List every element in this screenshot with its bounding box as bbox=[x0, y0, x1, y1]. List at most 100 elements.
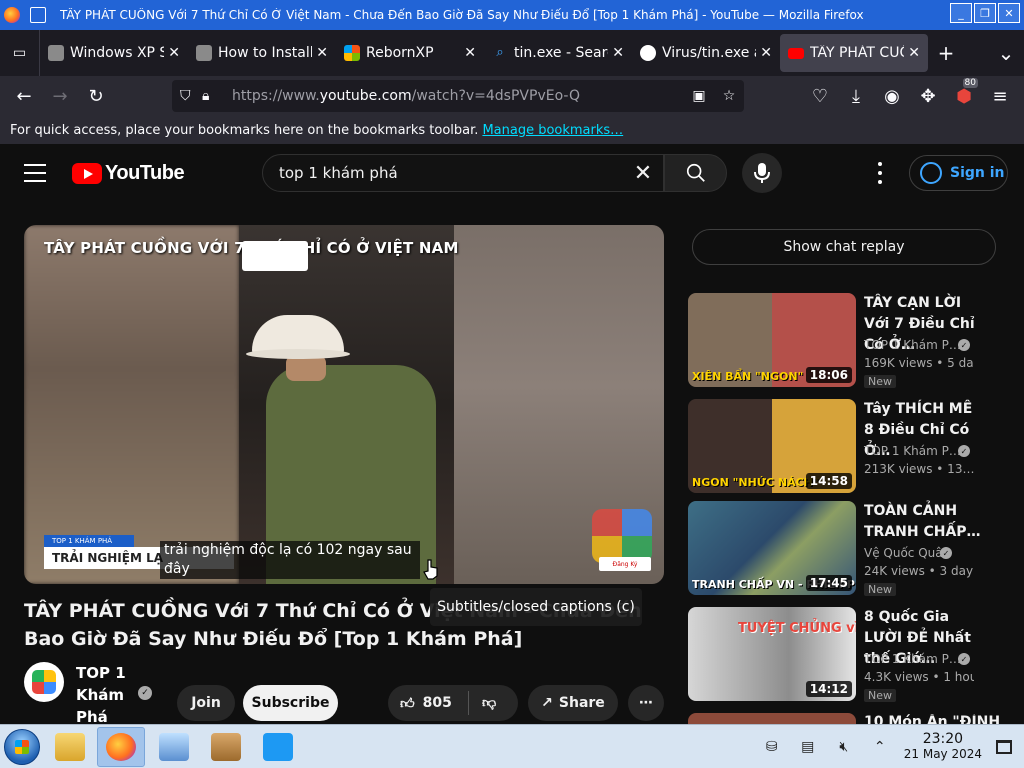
share-label: Share bbox=[558, 695, 605, 711]
more-actions-icon[interactable]: ⋯ bbox=[628, 685, 664, 721]
tab-rebornxp[interactable]: RebornXP ✕ bbox=[336, 34, 484, 72]
app-menu-icon[interactable]: ≡ bbox=[982, 80, 1018, 112]
subscribe-badge[interactable]: Đăng Ký bbox=[599, 557, 651, 571]
thumbs-down-icon[interactable]: 👎︎ bbox=[482, 694, 496, 711]
clock-date: 21 May 2024 bbox=[903, 747, 982, 761]
voice-search-button[interactable] bbox=[742, 153, 782, 193]
user-avatar-icon bbox=[920, 162, 942, 184]
microphone-icon bbox=[754, 163, 770, 183]
recommendation-channel[interactable]: TOP 1 Khám P… bbox=[864, 444, 961, 458]
reader-view-icon[interactable]: ▣ bbox=[684, 88, 714, 104]
thumbnail-text: NGON "NHỨC NÁCH" bbox=[692, 476, 819, 489]
show-chat-replay-button[interactable]: Show chat replay bbox=[692, 229, 996, 265]
search-query[interactable]: top 1 khám phá bbox=[279, 164, 623, 182]
tab-close-icon[interactable]: ✕ bbox=[760, 45, 772, 61]
recommendation-thumbnail[interactable]: TRANH CHẤP VN - PHILIPPINES 17:45 bbox=[688, 501, 856, 595]
recommendation-thumbnail[interactable]: TUYỆT CHỦNG vì…. SỢ ĐẺ 14:12 bbox=[688, 607, 856, 701]
taskbar-archive[interactable] bbox=[202, 727, 250, 767]
tab-close-icon[interactable]: ✕ bbox=[316, 45, 328, 61]
manage-bookmarks-link[interactable]: Manage bookmarks… bbox=[482, 123, 623, 138]
maximize-button[interactable]: ❐ bbox=[974, 3, 996, 23]
toolbar-right-buttons: ♡ ⤓ ◉ ✥ ⬢ 80 ≡ bbox=[802, 78, 1018, 112]
close-window-button[interactable]: ✕ bbox=[998, 3, 1020, 23]
clipboard-icon[interactable]: ▤ bbox=[796, 736, 820, 758]
tab-close-icon[interactable]: ✕ bbox=[168, 45, 180, 61]
recommendation-title[interactable]: TOÀN CẢNH TRANH CHẤP… bbox=[864, 501, 984, 543]
window-menu-icon[interactable] bbox=[30, 7, 46, 23]
recommendation-item[interactable]: NGON "NHỨC NÁCH" 14:58 Tây THÍCH MÊ 8 Đi… bbox=[688, 399, 1008, 493]
list-all-tabs-chevron-down-icon[interactable]: ⌄ bbox=[988, 30, 1024, 76]
sign-in-button[interactable]: Sign in bbox=[909, 155, 1008, 191]
taskbar-control-panel[interactable] bbox=[150, 727, 198, 767]
youtube-logo[interactable]: YouTube bbox=[72, 162, 185, 185]
like-divider bbox=[468, 691, 469, 715]
video-player[interactable]: TÂY PHÁT CUỒNG VỚI 7 THỨ CHỈ CÓ Ở VIỆT N… bbox=[24, 225, 664, 584]
tab-label: TÂY PHÁT CUỒNG bbox=[810, 45, 904, 61]
channel-avatar[interactable] bbox=[24, 662, 64, 702]
settings-more-icon[interactable] bbox=[870, 162, 890, 184]
url-text[interactable]: https://www.youtube.com/watch?v=4dsPVPvE… bbox=[232, 88, 684, 104]
recommendation-meta: 4.3K views • 1 hou… bbox=[864, 670, 974, 684]
like-button[interactable]: 👍︎ 805 👎︎ bbox=[388, 685, 518, 721]
clear-search-icon[interactable]: ✕ bbox=[623, 161, 663, 186]
pocket-icon[interactable]: ♡ bbox=[802, 80, 838, 112]
network-icon[interactable]: ⛁ bbox=[760, 736, 784, 758]
tab-windows-xp[interactable]: Windows XP Subs ✕ bbox=[40, 34, 188, 72]
recommendation-channel[interactable]: Vệ Quốc Quân bbox=[864, 546, 950, 560]
volume-muted-icon[interactable]: 🔇︎ bbox=[832, 736, 856, 758]
start-button[interactable] bbox=[4, 729, 40, 765]
clock-time: 23:20 bbox=[922, 731, 964, 747]
recommendation-thumbnail[interactable]: XIÊN BẨN "NGON" 18:06 bbox=[688, 293, 856, 387]
recommendation-channel[interactable]: TOP 1 Khám P… bbox=[864, 338, 961, 352]
system-tray: ⛁ ▤ 🔇︎ ⌃ 23:20 21 May 2024 bbox=[754, 725, 1024, 768]
lock-icon[interactable]: 🔒︎ bbox=[202, 88, 224, 104]
clock[interactable]: 23:20 21 May 2024 bbox=[904, 732, 982, 762]
recommendation-channel[interactable]: TOP 1 Khám P… bbox=[864, 652, 961, 666]
search-button[interactable] bbox=[664, 154, 727, 192]
verified-check-icon: ✓ bbox=[138, 686, 152, 700]
taskbar-firefox[interactable] bbox=[97, 727, 145, 767]
tray-expand-chevron-up-icon[interactable]: ⌃ bbox=[868, 736, 892, 758]
bookmark-star-icon[interactable]: ☆ bbox=[714, 88, 744, 104]
downloads-icon[interactable]: ⤓ bbox=[838, 80, 874, 112]
tab-youtube-active[interactable]: TÂY PHÁT CUỒNG ✕ bbox=[780, 34, 928, 72]
channel-watermark-logo bbox=[592, 509, 652, 563]
tab-tin-search[interactable]: ⌕ tin.exe - Search ✕ bbox=[484, 34, 632, 72]
tab-how-to-install[interactable]: How to Install Re ✕ bbox=[188, 34, 336, 72]
tab-close-icon[interactable]: ✕ bbox=[464, 45, 476, 61]
tab-close-icon[interactable]: ✕ bbox=[908, 45, 920, 61]
recommendation-thumbnail[interactable]: NGON "NHỨC NÁCH" 14:58 bbox=[688, 399, 856, 493]
tab-virus-github[interactable]: Virus/tin.exe at ✕ bbox=[632, 34, 780, 72]
reload-icon[interactable]: ↻ bbox=[78, 80, 114, 112]
tracking-shield-icon[interactable]: ⛉ bbox=[180, 88, 202, 104]
new-tab-button[interactable]: + bbox=[928, 30, 964, 76]
join-button[interactable]: Join bbox=[177, 685, 235, 721]
url-bar[interactable]: ⛉ 🔒︎ https://www.youtube.com/watch?v=4ds… bbox=[172, 80, 744, 112]
firefox-view-button[interactable]: ▭ bbox=[0, 30, 40, 76]
youtube-play-icon bbox=[72, 163, 102, 184]
extensions-puzzle-icon[interactable]: ✥ bbox=[910, 80, 946, 112]
new-badge: New bbox=[864, 375, 896, 388]
tab-label: RebornXP bbox=[366, 45, 434, 61]
minimize-button[interactable]: _ bbox=[950, 3, 972, 23]
taskbar-file-explorer[interactable] bbox=[46, 727, 94, 767]
show-desktop-icon[interactable] bbox=[996, 740, 1012, 754]
taskbar-kde-app[interactable] bbox=[254, 727, 302, 767]
recommendation-item[interactable]: TRANH CHẤP VN - PHILIPPINES 17:45 TOÀN C… bbox=[688, 501, 1008, 596]
share-button[interactable]: ↗ Share bbox=[528, 685, 618, 721]
youtube-icon bbox=[788, 47, 804, 59]
ublock-icon[interactable]: ⬢ 80 bbox=[946, 78, 982, 112]
firefox-icon bbox=[106, 733, 136, 761]
tab-close-icon[interactable]: ✕ bbox=[612, 45, 624, 61]
search-input[interactable]: top 1 khám phá ✕ bbox=[262, 154, 664, 192]
recommendation-item[interactable]: TUYỆT CHỦNG vì…. SỢ ĐẺ 14:12 8 Quốc Gia … bbox=[688, 607, 1008, 702]
subscribe-button[interactable]: Subscribe bbox=[243, 685, 338, 721]
recommendation-item[interactable]: XIÊN BẨN "NGON" 18:06 TÂY CẠN LỜI Với 7 … bbox=[688, 293, 1008, 388]
hand-cursor-icon bbox=[423, 559, 438, 580]
forward-arrow-icon[interactable]: → bbox=[42, 80, 78, 112]
channel-name[interactable]: TOP 1 Khám Phá bbox=[76, 662, 136, 728]
url-domain: youtube.com bbox=[319, 88, 412, 104]
menu-hamburger-icon[interactable] bbox=[24, 164, 46, 182]
back-arrow-icon[interactable]: ← bbox=[6, 80, 42, 112]
account-icon[interactable]: ◉ bbox=[874, 80, 910, 112]
